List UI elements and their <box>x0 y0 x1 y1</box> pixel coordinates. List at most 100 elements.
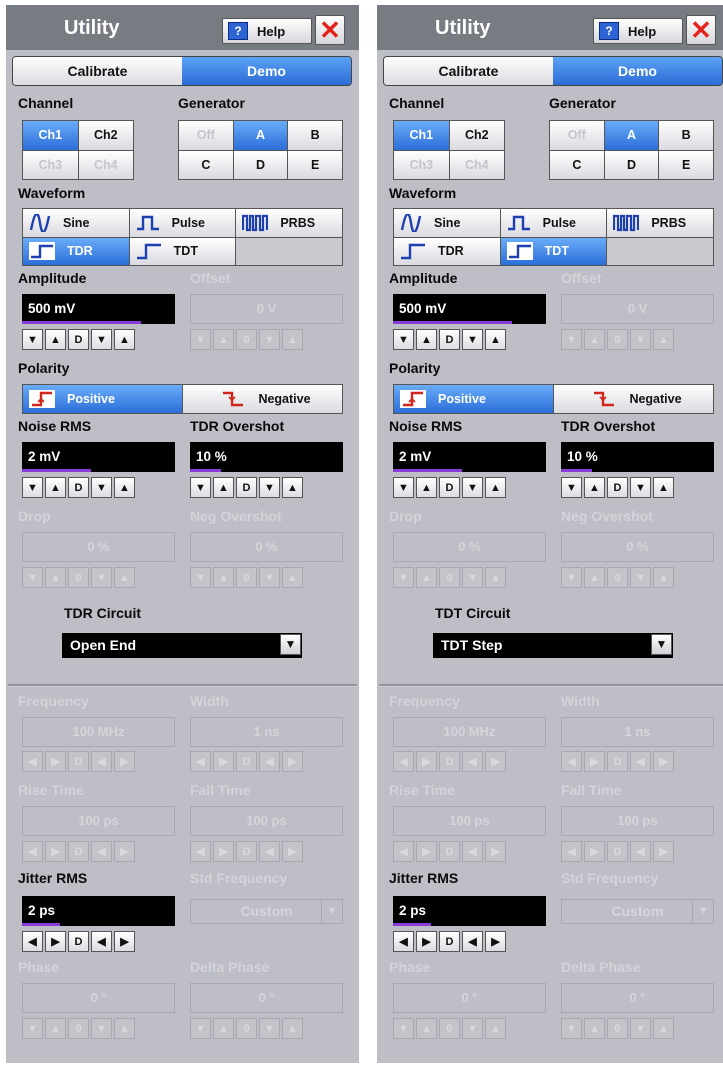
amplitude-display[interactable]: 500 mV <box>393 294 546 324</box>
polarity-negative-button[interactable]: Negative <box>554 385 713 413</box>
tdr-overshot-stepper[interactable]: ▼ ▲ D ▼ ▲ <box>190 477 303 498</box>
help-button[interactable]: ? Help <box>222 18 312 44</box>
tdr-overshot-display[interactable]: 10 % <box>561 442 714 472</box>
coarse-down-button[interactable]: ▼ <box>22 477 43 498</box>
amplitude-stepper[interactable]: ▼ ▲ D ▼ ▲ <box>22 329 135 350</box>
generator-d-button[interactable]: D <box>233 150 288 179</box>
coarse-up-button[interactable]: ▲ <box>653 477 674 498</box>
coarse-down-button[interactable]: ▼ <box>22 329 43 350</box>
close-icon[interactable]: ✕ <box>686 15 716 45</box>
neg-overshot-label: Neg Overshot <box>561 508 653 524</box>
fine-down-button[interactable]: ▲ <box>45 477 66 498</box>
fine-up-button[interactable]: ▼ <box>462 477 483 498</box>
waveform-prbs-button[interactable]: PRBS <box>607 209 713 237</box>
fine-down-button[interactable]: ▲ <box>213 477 234 498</box>
coarse-down-button[interactable]: ▼ <box>393 477 414 498</box>
default-button[interactable]: D <box>439 931 460 952</box>
default-button[interactable]: D <box>68 329 89 350</box>
tdr-overshot-stepper[interactable]: ▼ ▲ D ▼ ▲ <box>561 477 674 498</box>
fine-down-button[interactable]: ▲ <box>416 477 437 498</box>
coarse-down-button[interactable]: ▼ <box>190 477 211 498</box>
dropdown-arrow-icon[interactable]: ▼ <box>651 634 672 655</box>
jitter-rms-display[interactable]: 2 ps <box>393 896 546 926</box>
noise-rms-label: Noise RMS <box>18 418 92 434</box>
coarse-down-button[interactable]: ▼ <box>561 477 582 498</box>
generator-a-button[interactable]: A <box>604 121 659 150</box>
fine-up-button[interactable]: ▼ <box>630 477 651 498</box>
waveform-tdr-button[interactable]: TDR <box>394 237 500 265</box>
fine-up-button[interactable]: ▼ <box>91 477 112 498</box>
fine-down-button[interactable]: ▶ <box>45 931 66 952</box>
polarity-negative-button[interactable]: Negative <box>183 385 342 413</box>
fine-down-button[interactable]: ▲ <box>45 329 66 350</box>
channel-ch1-button[interactable]: Ch1 <box>394 121 449 150</box>
tab-demo[interactable]: Demo <box>182 57 351 85</box>
amplitude-stepper[interactable]: ▼ ▲ D ▼ ▲ <box>393 329 506 350</box>
generator-a-button[interactable]: A <box>233 121 288 150</box>
fine-up-button[interactable]: ◀ <box>462 931 483 952</box>
waveform-sine-button[interactable]: Sine <box>394 209 500 237</box>
waveform-tdt-button[interactable]: TDT <box>500 237 607 265</box>
noise-rms-display[interactable]: 2 mV <box>22 442 175 472</box>
noise-rms-stepper[interactable]: ▼ ▲ D ▼ ▲ <box>22 477 135 498</box>
amplitude-display[interactable]: 500 mV <box>22 294 175 324</box>
default-button[interactable]: D <box>236 477 257 498</box>
coarse-up-button[interactable]: ▲ <box>282 477 303 498</box>
jitter-rms-display[interactable]: 2 ps <box>22 896 175 926</box>
default-button[interactable]: D <box>439 477 460 498</box>
close-icon[interactable]: ✕ <box>315 15 345 45</box>
coarse-up-button[interactable]: ▲ <box>114 329 135 350</box>
waveform-tdt-button[interactable]: TDT <box>129 237 236 265</box>
noise-rms-stepper[interactable]: ▼ ▲ D ▼ ▲ <box>393 477 506 498</box>
channel-ch1-button[interactable]: Ch1 <box>23 121 78 150</box>
coarse-down-button[interactable]: ◀ <box>393 931 414 952</box>
generator-c-button[interactable]: C <box>550 150 604 179</box>
coarse-down-button[interactable]: ▼ <box>393 329 414 350</box>
waveform-sine-button[interactable]: Sine <box>23 209 129 237</box>
dropdown-arrow-icon[interactable]: ▼ <box>280 634 301 655</box>
generator-d-button[interactable]: D <box>604 150 659 179</box>
fine-up-button[interactable]: ▼ <box>91 329 112 350</box>
tdr-overshot-display[interactable]: 10 % <box>190 442 343 472</box>
fine-up-button[interactable]: ▼ <box>462 329 483 350</box>
generator-e-button[interactable]: E <box>288 150 342 179</box>
waveform-tdr-button[interactable]: TDR <box>23 237 129 265</box>
generator-c-button[interactable]: C <box>179 150 233 179</box>
channel-ch2-button[interactable]: Ch2 <box>78 121 133 150</box>
waveform-pulse-button[interactable]: Pulse <box>500 209 607 237</box>
polarity-positive-button[interactable]: Positive <box>394 385 553 413</box>
generator-b-button[interactable]: B <box>659 121 713 150</box>
coarse-up-button[interactable]: ▲ <box>114 477 135 498</box>
coarse-down-button[interactable]: ◀ <box>22 931 43 952</box>
fine-up-button[interactable]: ▼ <box>259 477 280 498</box>
waveform-prbs-button[interactable]: PRBS <box>236 209 342 237</box>
circuit-select[interactable]: Open End ▼ <box>62 633 302 658</box>
generator-b-button[interactable]: B <box>288 121 342 150</box>
tab-calibrate[interactable]: Calibrate <box>13 57 182 85</box>
fine-up-button[interactable]: ◀ <box>91 931 112 952</box>
circuit-select[interactable]: TDT Step ▼ <box>433 633 673 658</box>
jitter-rms-stepper[interactable]: ◀ ▶ D ◀ ▶ <box>22 931 135 952</box>
tab-demo[interactable]: Demo <box>553 57 722 85</box>
noise-rms-display[interactable]: 2 mV <box>393 442 546 472</box>
waveform-pulse-button[interactable]: Pulse <box>129 209 236 237</box>
coarse-up-button[interactable]: ▶ <box>485 931 506 952</box>
generator-e-button[interactable]: E <box>659 150 713 179</box>
default-button[interactable]: D <box>439 329 460 350</box>
fine-down-button[interactable]: ▶ <box>416 931 437 952</box>
fine-down-button[interactable]: ▲ <box>584 477 605 498</box>
coarse-up-button[interactable]: ▲ <box>485 477 506 498</box>
default-button[interactable]: D <box>607 477 628 498</box>
coarse-up-button[interactable]: ▶ <box>114 931 135 952</box>
tab-calibrate[interactable]: Calibrate <box>384 57 553 85</box>
default-button[interactable]: D <box>68 477 89 498</box>
help-button[interactable]: ? Help <box>593 18 683 44</box>
channel-ch2-button[interactable]: Ch2 <box>449 121 504 150</box>
default-button[interactable]: D <box>68 931 89 952</box>
step-icon <box>136 242 168 260</box>
jitter-rms-stepper[interactable]: ◀ ▶ D ◀ ▶ <box>393 931 506 952</box>
fine-down-button[interactable]: ▲ <box>416 329 437 350</box>
polarity-positive-button[interactable]: Positive <box>23 385 182 413</box>
polarity-label: Polarity <box>18 360 70 376</box>
coarse-up-button[interactable]: ▲ <box>485 329 506 350</box>
